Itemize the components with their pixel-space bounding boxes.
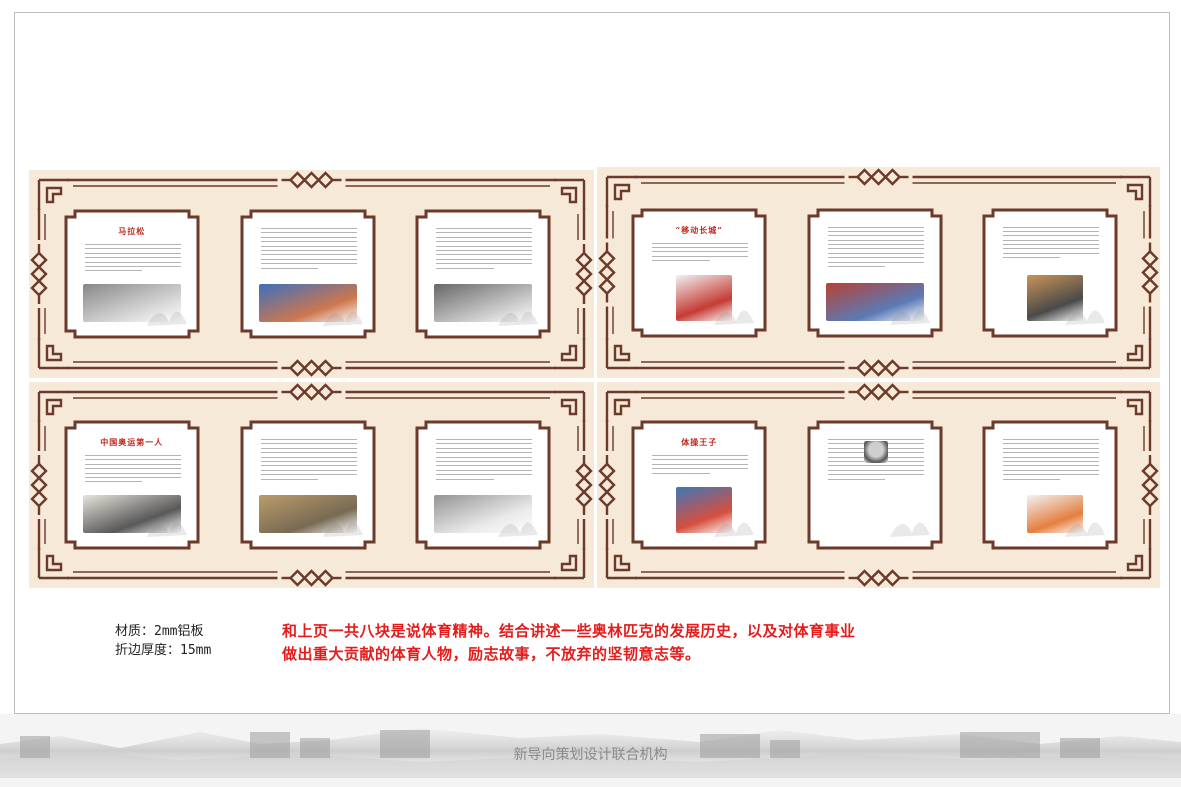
design-note-line-2: 做出重大贡献的体育人物，励志故事，不放弃的坚韧意志等。 bbox=[282, 645, 701, 663]
card-body-text bbox=[827, 226, 924, 271]
story-card bbox=[806, 419, 944, 551]
card-title: 中国奥运第一人 bbox=[100, 437, 164, 447]
card-body-text bbox=[1002, 226, 1099, 262]
display-board-4: 体操王子 bbox=[597, 382, 1160, 588]
footer-organization: 新导向策划设计联合机构 bbox=[513, 747, 668, 763]
diamond-ornament bbox=[575, 244, 593, 304]
material-spec: 材质：2mm铝板 折边厚度：15mm bbox=[115, 622, 211, 660]
diamond-ornament bbox=[848, 359, 909, 377]
diamond-ornament bbox=[30, 244, 48, 304]
diamond-ornament bbox=[30, 455, 48, 515]
diamond-ornament bbox=[598, 455, 616, 515]
corner-fret-ornament bbox=[554, 548, 586, 580]
lotus-decoration bbox=[1064, 309, 1105, 325]
corner-fret-ornament bbox=[37, 338, 69, 370]
card-body-text bbox=[652, 242, 749, 265]
material-line: 材质：2mm铝板 bbox=[115, 624, 204, 639]
diamond-ornament bbox=[281, 359, 342, 377]
diamond-ornament bbox=[281, 569, 342, 587]
card-title: 体操王子 bbox=[681, 437, 718, 447]
fold-thickness-line: 折边厚度：15mm bbox=[115, 643, 212, 658]
diamond-ornament bbox=[281, 383, 342, 401]
story-card bbox=[806, 207, 944, 339]
lotus-decoration bbox=[714, 309, 755, 325]
card-body-text bbox=[436, 439, 533, 483]
lotus-decoration bbox=[714, 522, 755, 537]
card-body-text bbox=[652, 455, 749, 477]
display-board-2: “移动长城” bbox=[597, 167, 1160, 378]
corner-fret-ornament bbox=[1120, 548, 1152, 580]
story-card: 中国奥运第一人 bbox=[63, 419, 201, 551]
lotus-decoration bbox=[322, 311, 363, 326]
corner-fret-ornament bbox=[37, 178, 69, 210]
diamond-ornament bbox=[848, 383, 909, 401]
story-card: 体操王子 bbox=[630, 419, 768, 551]
diamond-ornament bbox=[1141, 455, 1159, 515]
card-body-text bbox=[260, 439, 357, 483]
corner-fret-ornament bbox=[37, 390, 69, 422]
story-card bbox=[239, 208, 377, 340]
story-card bbox=[981, 419, 1119, 551]
corner-fret-ornament bbox=[554, 338, 586, 370]
corner-fret-ornament bbox=[37, 548, 69, 580]
corner-fret-ornament bbox=[1120, 338, 1152, 370]
story-card bbox=[981, 207, 1119, 339]
corner-fret-ornament bbox=[1120, 390, 1152, 422]
diamond-ornament bbox=[1141, 242, 1159, 303]
card-title: 马拉松 bbox=[118, 226, 146, 236]
lotus-decoration bbox=[498, 311, 539, 326]
lotus-decoration bbox=[322, 522, 363, 537]
corner-fret-ornament bbox=[605, 338, 637, 370]
lotus-decoration bbox=[889, 522, 930, 537]
corner-fret-ornament bbox=[605, 548, 637, 580]
card-body-text bbox=[260, 228, 357, 272]
corner-fret-ornament bbox=[605, 175, 637, 207]
corner-fret-ornament bbox=[554, 178, 586, 210]
lotus-decoration bbox=[146, 522, 187, 537]
corner-fret-ornament bbox=[605, 390, 637, 422]
card-title: “移动长城” bbox=[675, 224, 723, 235]
card-body-text bbox=[436, 228, 533, 272]
corner-fret-ornament bbox=[1120, 175, 1152, 207]
card-body-text bbox=[84, 455, 181, 486]
design-note: 和上页一共八块是说体育精神。结合讲述一些奥林匹克的发展历史，以及对体育事业 做出… bbox=[282, 620, 1042, 666]
diamond-ornament bbox=[575, 455, 593, 515]
display-board-3: 中国奥运第一人 bbox=[29, 382, 594, 588]
story-card bbox=[414, 419, 552, 551]
lotus-decoration bbox=[889, 309, 930, 325]
design-note-line-1: 和上页一共八块是说体育精神。结合讲述一些奥林匹克的发展历史，以及对体育事业 bbox=[282, 622, 856, 640]
diamond-ornament bbox=[848, 569, 909, 587]
card-body-text bbox=[84, 244, 181, 275]
story-card: “移动长城” bbox=[630, 207, 768, 339]
gymnast-portrait-photo bbox=[863, 441, 888, 463]
story-card bbox=[414, 208, 552, 340]
card-body-text bbox=[1002, 439, 1099, 483]
lotus-decoration bbox=[146, 311, 187, 326]
diamond-ornament bbox=[281, 171, 342, 189]
story-card bbox=[239, 419, 377, 551]
story-card: 马拉松 bbox=[63, 208, 201, 340]
lotus-decoration bbox=[498, 522, 539, 537]
display-board-1: 马拉松 bbox=[29, 170, 594, 378]
diamond-ornament bbox=[598, 242, 616, 303]
lotus-decoration bbox=[1064, 522, 1105, 537]
diamond-ornament bbox=[848, 168, 909, 186]
corner-fret-ornament bbox=[554, 390, 586, 422]
